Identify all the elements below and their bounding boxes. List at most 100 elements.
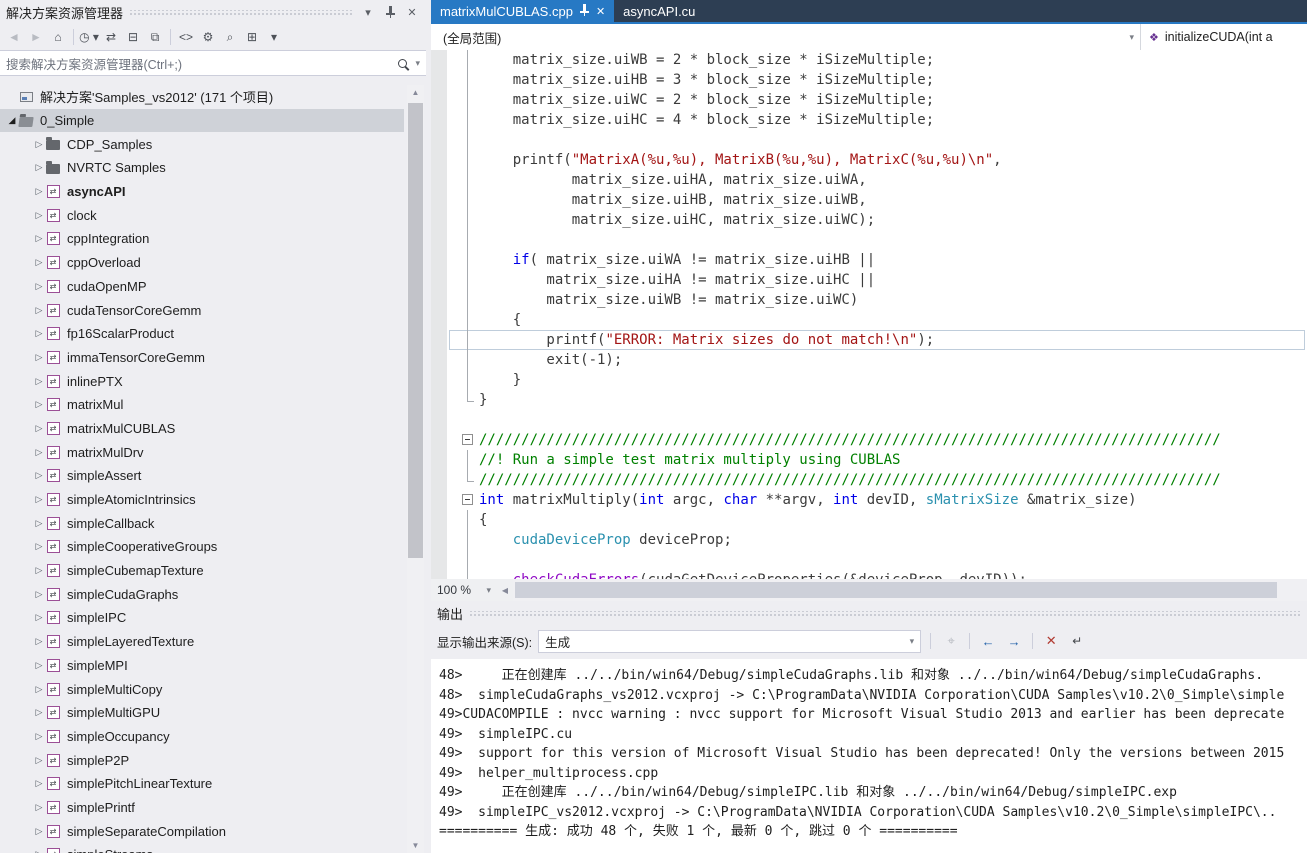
tree-item-simplecallback[interactable]: ▷ ⇄ simpleCallback bbox=[0, 511, 404, 535]
tab-asyncapi[interactable]: asyncAPI.cu bbox=[614, 0, 704, 22]
expand-arrow-icon[interactable]: ▷ bbox=[33, 636, 45, 647]
tree-item-matrixmul[interactable]: ▷ ⇄ matrixMul bbox=[0, 393, 404, 417]
tree-scrollbar[interactable]: ▲ ▼ bbox=[407, 85, 424, 853]
expand-arrow-icon[interactable]: ▷ bbox=[33, 376, 45, 387]
tree-item-nvrtc-samples[interactable]: ▷ NVRTC Samples bbox=[0, 156, 404, 180]
horizontal-scrollbar[interactable] bbox=[513, 579, 1307, 601]
toggle-word-wrap-icon[interactable]: ↵ bbox=[1066, 630, 1088, 652]
tree-item-clock[interactable]: ▷ ⇄ clock bbox=[0, 203, 404, 227]
scroll-up-icon[interactable]: ▲ bbox=[407, 85, 424, 100]
tree-item-matrixmuldrv[interactable]: ▷ ⇄ matrixMulDrv bbox=[0, 440, 404, 464]
tree-item-simplecudagraphs[interactable]: ▷ ⇄ simpleCudaGraphs bbox=[0, 582, 404, 606]
collapse-region-icon[interactable] bbox=[461, 490, 475, 510]
overflow-icon[interactable]: ▾ bbox=[264, 27, 284, 47]
expand-arrow-icon[interactable]: ▷ bbox=[33, 494, 45, 505]
tree-item--samples-vs2012-171-[interactable]: 解决方案'Samples_vs2012' (171 个项目) bbox=[0, 85, 404, 109]
collapse-all-icon[interactable]: ⊟ bbox=[123, 27, 143, 47]
tree-item-simplestreams[interactable]: ▷⇄ simpleStreams bbox=[0, 843, 404, 853]
expand-arrow-icon[interactable]: ▷ bbox=[33, 660, 45, 671]
tree-item-simplempi[interactable]: ▷ ⇄ simpleMPI bbox=[0, 654, 404, 678]
expand-arrow-icon[interactable]: ▷ bbox=[33, 257, 45, 268]
search-options-caret-icon[interactable]: ▾ bbox=[415, 58, 420, 69]
search-icon[interactable] bbox=[398, 58, 408, 68]
expand-arrow-icon[interactable]: ▷ bbox=[33, 541, 45, 552]
expand-arrow-icon[interactable]: ▷ bbox=[33, 447, 45, 458]
expand-arrow-icon[interactable]: ▷ bbox=[33, 399, 45, 410]
tree-item-asyncapi[interactable]: ▷ ⇄ asyncAPI bbox=[0, 180, 404, 204]
pin-icon[interactable] bbox=[382, 4, 398, 20]
collapse-arrow-icon[interactable]: ◢ bbox=[6, 115, 18, 126]
tree-item-simpleassert[interactable]: ▷ ⇄ simpleAssert bbox=[0, 464, 404, 488]
member-dropdown[interactable]: ❖ initializeCUDA(int a bbox=[1141, 24, 1307, 50]
back-icon[interactable]: ◄ bbox=[4, 27, 24, 47]
expand-arrow-icon[interactable]: ▷ bbox=[33, 233, 45, 244]
tree-item-simplecubemaptexture[interactable]: ▷ ⇄ simpleCubemapTexture bbox=[0, 559, 404, 583]
expand-arrow-icon[interactable]: ▷ bbox=[33, 826, 45, 837]
code-editor-surface[interactable]: matrix_size.uiWB = 2 * block_size * iSiz… bbox=[431, 50, 1307, 579]
properties-wrench-icon[interactable]: ⚙ bbox=[198, 27, 218, 47]
horizontal-scrollbar-thumb[interactable] bbox=[515, 582, 1278, 598]
output-source-dropdown[interactable]: 生成 ▾ bbox=[538, 629, 922, 653]
expand-arrow-icon[interactable]: ▷ bbox=[33, 139, 45, 150]
tree-item-cppoverload[interactable]: ▷ ⇄ cppOverload bbox=[0, 251, 404, 275]
show-all-files-icon[interactable]: <> bbox=[176, 27, 196, 47]
expand-arrow-icon[interactable]: ▷ bbox=[33, 281, 45, 292]
expand-arrow-icon[interactable]: ▷ bbox=[33, 210, 45, 221]
tree-item-simplemultigpu[interactable]: ▷ ⇄ simpleMultiGPU bbox=[0, 701, 404, 725]
sync-with-active-document-icon[interactable]: ⇄ bbox=[101, 27, 121, 47]
tree-item-simplelayeredtexture[interactable]: ▷ ⇄ simpleLayeredTexture bbox=[0, 630, 404, 654]
tab-pin-icon[interactable] bbox=[579, 3, 589, 19]
tree-item-simplecooperativegroups[interactable]: ▷ ⇄ simpleCooperativeGroups bbox=[0, 535, 404, 559]
tree-item-simpleoccupancy[interactable]: ▷ ⇄ simpleOccupancy bbox=[0, 725, 404, 749]
expand-arrow-icon[interactable]: ▷ bbox=[33, 684, 45, 695]
collapse-region-icon[interactable] bbox=[461, 430, 475, 450]
hscroll-left-icon[interactable]: ◀ bbox=[497, 579, 513, 601]
properties-pages-icon[interactable]: ⧉ bbox=[145, 27, 165, 47]
tree-item-matrixmulcublas[interactable]: ▷ ⇄ matrixMulCUBLAS bbox=[0, 417, 404, 441]
clear-all-output-icon[interactable]: ✕ bbox=[1040, 630, 1062, 652]
expand-arrow-icon[interactable]: ▷ bbox=[33, 755, 45, 766]
expand-arrow-icon[interactable]: ▷ bbox=[33, 802, 45, 813]
tree-item-simpleatomicintrinsics[interactable]: ▷ ⇄ simpleAtomicIntrinsics bbox=[0, 488, 404, 512]
expand-arrow-icon[interactable]: ▷ bbox=[33, 305, 45, 316]
tree-item-cudaopenmp[interactable]: ▷ ⇄ cudaOpenMP bbox=[0, 275, 404, 299]
window-position-icon[interactable]: ▾ bbox=[360, 4, 376, 20]
tree-item-cppintegration[interactable]: ▷ ⇄ cppIntegration bbox=[0, 227, 404, 251]
home-icon[interactable]: ⌂ bbox=[48, 27, 68, 47]
close-icon[interactable]: ✕ bbox=[404, 4, 420, 20]
tree-item-0-simple[interactable]: ◢ 0_Simple bbox=[0, 108, 404, 133]
expand-arrow-icon[interactable]: ▷ bbox=[33, 423, 45, 434]
expand-arrow-icon[interactable]: ▷ bbox=[33, 470, 45, 481]
tree-item-simpleseparatecompilation[interactable]: ▷ ⇄ simpleSeparateCompilation bbox=[0, 819, 404, 843]
tree-item-inlineptx[interactable]: ▷ ⇄ inlinePTX bbox=[0, 369, 404, 393]
tree-item-simplepitchlineartexture[interactable]: ▷ ⇄ simplePitchLinearTexture bbox=[0, 772, 404, 796]
scroll-down-icon[interactable]: ▼ bbox=[407, 838, 424, 853]
search-input[interactable]: 搜索解决方案资源管理器(Ctrl+;) ▾ bbox=[0, 50, 426, 76]
tree-item-fp16scalarproduct[interactable]: ▷ ⇄ fp16ScalarProduct bbox=[0, 322, 404, 346]
search-in-files-icon[interactable]: ⌕ bbox=[220, 27, 240, 47]
expand-arrow-icon[interactable]: ▷ bbox=[33, 328, 45, 339]
zoom-control[interactable]: 100 % ▾ bbox=[431, 579, 497, 601]
tab-matrixmulcublas[interactable]: matrixMulCUBLAS.cpp ✕ bbox=[431, 0, 615, 22]
tree-item-simpleipc[interactable]: ▷ ⇄ simpleIPC bbox=[0, 606, 404, 630]
expand-arrow-icon[interactable]: ▷ bbox=[33, 707, 45, 718]
next-message-icon[interactable]: → bbox=[1003, 630, 1025, 652]
scope-dropdown[interactable]: (全局范围) ▾ bbox=[431, 24, 1141, 50]
pending-changes-icon[interactable]: ◷ ▾ bbox=[79, 27, 99, 47]
previous-message-icon[interactable]: ← bbox=[977, 630, 999, 652]
expand-arrow-icon[interactable]: ▷ bbox=[33, 849, 45, 853]
tree-scrollbar-thumb[interactable] bbox=[408, 103, 423, 558]
expand-arrow-icon[interactable]: ▷ bbox=[33, 186, 45, 197]
expand-arrow-icon[interactable]: ▷ bbox=[33, 731, 45, 742]
tab-close-icon[interactable]: ✕ bbox=[596, 5, 605, 18]
class-view-icon[interactable]: ⊞ bbox=[242, 27, 262, 47]
expand-arrow-icon[interactable]: ▷ bbox=[33, 565, 45, 576]
forward-icon[interactable]: ► bbox=[26, 27, 46, 47]
tree-item-simpleprintf[interactable]: ▷ ⇄ simplePrintf bbox=[0, 796, 404, 820]
expand-arrow-icon[interactable]: ▷ bbox=[33, 352, 45, 363]
expand-arrow-icon[interactable]: ▷ bbox=[33, 612, 45, 623]
tree-item-immatensorcoregemm[interactable]: ▷ ⇄ immaTensorCoreGemm bbox=[0, 346, 404, 370]
tree-item-simplep2p[interactable]: ▷ ⇄ simpleP2P bbox=[0, 748, 404, 772]
expand-arrow-icon[interactable]: ▷ bbox=[33, 778, 45, 789]
output-text-area[interactable]: 48> 正在创建库 ../../bin/win64/Debug/simpleCu… bbox=[431, 659, 1307, 853]
